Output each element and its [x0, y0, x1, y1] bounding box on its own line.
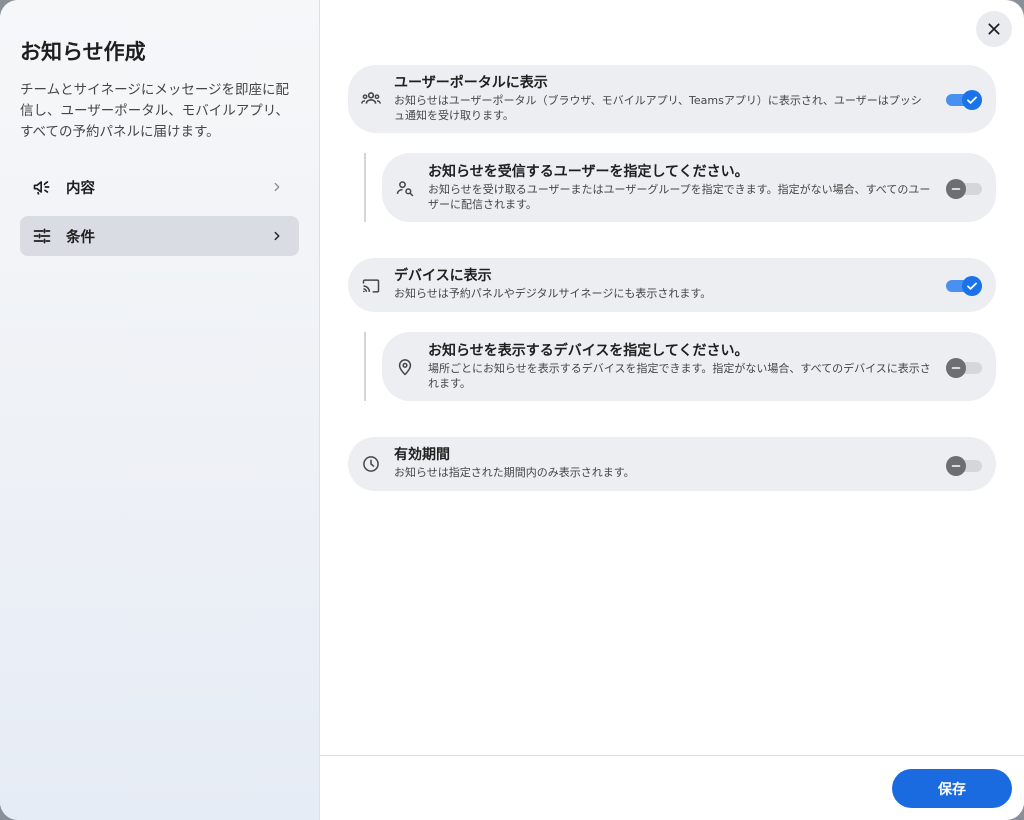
tune-icon [32, 226, 52, 246]
validity-period-toggle[interactable] [946, 455, 982, 477]
toggle-knob [946, 456, 966, 476]
sidebar-item-content[interactable]: 内容 [20, 167, 299, 207]
megaphone-icon [32, 177, 52, 197]
location-pin-icon [394, 356, 416, 378]
toggle-knob [962, 90, 982, 110]
card-description: お知らせを受け取るユーザーまたはユーザーグループを指定できます。指定がない場合、… [428, 183, 931, 211]
sidebar-item-label: 条件 [66, 229, 95, 246]
card-title: お知らせを表示するデバイスを指定してください。 [428, 343, 749, 359]
close-button[interactable] [976, 11, 1012, 47]
sidebar-item-conditions[interactable]: 条件 [20, 216, 299, 256]
minus-icon [951, 188, 961, 190]
chevron-right-icon [269, 228, 285, 244]
check-icon [967, 96, 977, 104]
target-users-toggle[interactable] [946, 178, 982, 200]
close-icon [988, 23, 1000, 35]
clock-icon [360, 453, 382, 475]
minus-icon [951, 367, 961, 369]
card-title: ユーザーポータルに表示 [394, 75, 548, 91]
indent-line [364, 153, 366, 222]
cast-icon [360, 275, 382, 297]
chevron-right-icon [269, 179, 285, 195]
setting-card-validity-period: 有効期間 お知らせは指定された期間内のみ表示されます。 [348, 437, 996, 491]
check-icon [967, 282, 977, 290]
sidebar-nav: 内容 条件 [20, 167, 299, 256]
person-search-icon [394, 177, 416, 199]
setting-card-devices: デバイスに表示 お知らせは予約パネルやデジタルサイネージにも表示されます。 [348, 258, 996, 312]
toggle-knob [946, 179, 966, 199]
target-devices-toggle[interactable] [946, 357, 982, 379]
card-description: お知らせは予約パネルやデジタルサイネージにも表示されます。 [394, 287, 712, 300]
card-description: 場所ごとにお知らせを表示するデバイスを指定できます。指定がない場合、すべてのデバ… [428, 362, 931, 390]
save-button[interactable]: 保存 [892, 769, 1012, 808]
sidebar-item-label: 内容 [66, 180, 95, 197]
devices-toggle[interactable] [946, 275, 982, 297]
card-title: 有効期間 [394, 447, 450, 463]
dialog-title: お知らせ作成 [20, 40, 146, 64]
setting-card-target-devices: お知らせを表示するデバイスを指定してください。 場所ごとにお知らせを表示するデバ… [382, 332, 996, 401]
conditions-panel: ユーザーポータルに表示 お知らせはユーザーポータル（ブラウザ、モバイルアプリ、T… [320, 0, 1024, 820]
indent-line [364, 332, 366, 401]
card-description: お知らせはユーザーポータル（ブラウザ、モバイルアプリ、Teamsアプリ）に表示さ… [394, 94, 922, 122]
setting-card-target-users: お知らせを受信するユーザーを指定してください。 お知らせを受け取るユーザーまたは… [382, 153, 996, 222]
sidebar: お知らせ作成 チームとサイネージにメッセージを即座に配信し、ユーザーポータル、モ… [0, 0, 320, 820]
card-description: お知らせは指定された期間内のみ表示されます。 [394, 466, 635, 479]
toggle-knob [946, 358, 966, 378]
user-portal-toggle[interactable] [946, 89, 982, 111]
card-title: デバイスに表示 [394, 268, 492, 284]
minus-icon [951, 465, 961, 467]
dialog-description: チームとサイネージにメッセージを即座に配信し、ユーザーポータル、モバイルアプリ、… [20, 82, 290, 140]
announcement-dialog: お知らせ作成 チームとサイネージにメッセージを即座に配信し、ユーザーポータル、モ… [0, 0, 1024, 820]
groups-icon [360, 88, 382, 110]
dialog-footer: 保存 [320, 755, 1024, 820]
card-title: お知らせを受信するユーザーを指定してください。 [428, 164, 749, 180]
setting-card-user-portal: ユーザーポータルに表示 お知らせはユーザーポータル（ブラウザ、モバイルアプリ、T… [348, 65, 996, 133]
toggle-knob [962, 276, 982, 296]
